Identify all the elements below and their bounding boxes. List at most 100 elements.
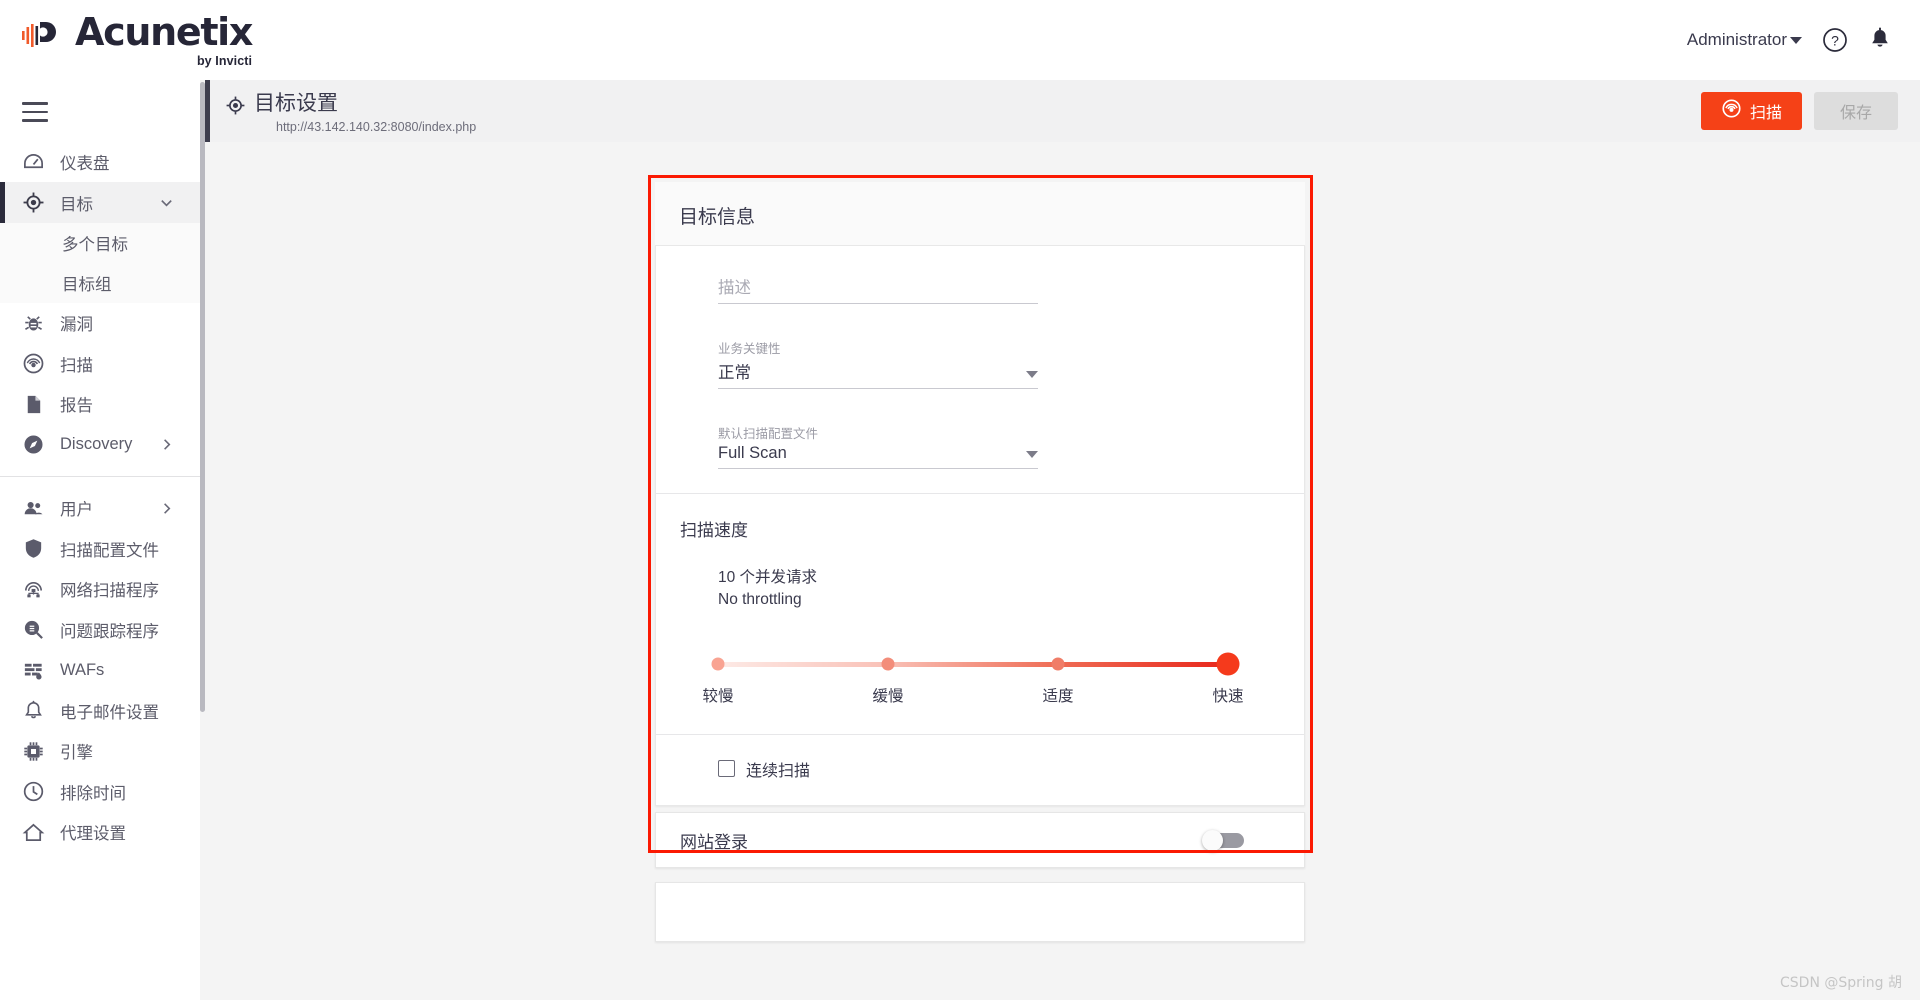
sidebar-item-dashboard[interactable]: 仪表盘 — [0, 142, 200, 183]
slider-tick-dot-0[interactable] — [711, 657, 725, 671]
description-placeholder: 描述 — [718, 279, 751, 297]
sidebar-item-label: 报告 — [60, 397, 93, 416]
sidebar-item-label: 代理设置 — [60, 825, 126, 844]
sidebar-item-network-scanner[interactable]: 网络扫描程序 — [0, 569, 200, 610]
chevron-down-icon — [1026, 451, 1038, 458]
sidebar-item-label: WAFs — [60, 660, 105, 679]
brand-logo[interactable]: Acunetix by Invicti — [22, 9, 253, 68]
default-scan-profile-field[interactable]: 默认扫描配置文件 Full Scan — [718, 423, 1038, 469]
sidebar-item-label: 引擎 — [60, 744, 93, 763]
chevron-right-icon — [159, 437, 174, 452]
network-scanner-icon — [22, 578, 52, 601]
slider-tick-label-3: 快速 — [1212, 687, 1244, 705]
sidebar-item-label: 目标 — [60, 195, 93, 214]
sidebar-item-engines[interactable]: 引擎 — [0, 731, 200, 772]
slider-tick-label-0: 较慢 — [702, 687, 734, 705]
default-scan-profile-value: Full Scan — [718, 444, 787, 462]
svg-text:?: ? — [1831, 33, 1839, 49]
page-header-actions: 扫描 保存 — [1700, 92, 1898, 130]
target-icon — [225, 95, 246, 121]
scan-speed-slider[interactable]: 较慢 缓慢 适度 快速 — [702, 652, 1244, 710]
sidebar-item-proxy-settings[interactable]: 代理设置 — [0, 812, 200, 853]
website-login-card: 网站登录 — [655, 812, 1305, 868]
waf-icon — [22, 659, 52, 682]
sidebar-item-label: 扫描配置文件 — [60, 541, 159, 560]
target-icon — [22, 191, 52, 214]
top-bar-actions: Administrator ? — [1687, 27, 1892, 53]
user-menu[interactable]: Administrator — [1687, 30, 1802, 50]
engine-icon — [22, 740, 52, 763]
slider-rail[interactable] — [718, 661, 1228, 667]
sidebar-item-multiple-targets[interactable]: 多个目标 — [0, 222, 200, 263]
website-login-toggle[interactable] — [1202, 830, 1244, 851]
continuous-scan-label: 连续扫描 — [746, 762, 811, 780]
sidebar-item-excluded-hours[interactable]: 排除时间 — [0, 771, 200, 812]
acunetix-logo-icon — [22, 19, 68, 61]
page-header-title-block: 目标设置 http://43.142.140.32:8080/index.php — [225, 88, 476, 134]
user-menu-label: Administrator — [1686, 30, 1787, 49]
scan-speed-info: 10 个并发请求 No throttling — [718, 567, 1304, 612]
slider-tick-dot-1[interactable] — [881, 657, 895, 671]
main-content: 目标信息 描述 业务关键性 正常 默认扫描配置文件 Full Scan 扫描速度… — [205, 142, 1920, 1000]
hamburger-icon[interactable] — [0, 80, 200, 142]
scan-button[interactable]: 扫描 — [1700, 92, 1802, 130]
continuous-scan-checkbox[interactable] — [718, 760, 735, 778]
sidebar-item-issue-trackers[interactable]: 问题跟踪程序 — [0, 609, 200, 650]
page-subtitle-url: http://43.142.140.32:8080/index.php — [276, 120, 477, 135]
scan-speed-section: 扫描速度 10 个并发请求 No throttling 较慢 缓慢 适度 快速 — [656, 494, 1304, 734]
sidebar-item-reports[interactable]: 报告 — [0, 384, 200, 425]
target-info-inner-card: 描述 业务关键性 正常 默认扫描配置文件 Full Scan 扫描速度 10 个… — [655, 245, 1305, 806]
shield-icon — [22, 537, 52, 560]
sidebar-item-discovery[interactable]: Discovery — [0, 424, 200, 465]
sidebar-item-vulnerabilities[interactable]: 漏洞 — [0, 303, 200, 344]
description-input-line[interactable]: 描述 — [718, 274, 1038, 304]
throttling-text: No throttling — [718, 591, 802, 609]
sidebar-item-wafs[interactable]: WAFs — [0, 650, 200, 691]
business-criticality-field[interactable]: 业务关键性 正常 — [718, 338, 1038, 389]
slider-tick-label-2: 适度 — [1042, 687, 1074, 705]
business-criticality-select[interactable]: 正常 — [718, 359, 1038, 389]
proxy-icon — [22, 821, 52, 844]
sidebar-item-label: 排除时间 — [60, 784, 126, 803]
sidebar-divider — [0, 475, 200, 477]
sidebar: 仪表盘 目标 多个目标 目标组 漏洞 扫描 报告 Discovery 用户 扫描… — [0, 80, 200, 1000]
page-title: 目标设置 — [254, 91, 338, 115]
sidebar-item-email-settings[interactable]: 电子邮件设置 — [0, 690, 200, 731]
sidebar-item-targets[interactable]: 目标 — [0, 182, 200, 223]
save-button[interactable]: 保存 — [1813, 92, 1898, 130]
business-criticality-value: 正常 — [718, 364, 751, 382]
scan-icon — [1721, 98, 1742, 124]
sidebar-subgroup-targets: 多个目标 目标组 — [0, 222, 200, 303]
target-info-card: 目标信息 描述 业务关键性 正常 默认扫描配置文件 Full Scan 扫描速度… — [655, 182, 1305, 806]
sidebar-item-label: 电子邮件设置 — [60, 703, 159, 722]
report-icon — [22, 393, 52, 416]
slider-thumb-selected[interactable] — [1216, 652, 1240, 676]
website-login-title: 网站登录 — [680, 832, 748, 852]
users-icon — [22, 497, 52, 520]
notifications-bell-icon[interactable] — [1868, 27, 1892, 53]
description-field[interactable]: 描述 — [718, 274, 1038, 304]
toggle-knob — [1202, 830, 1223, 851]
compass-icon — [22, 433, 52, 456]
sidebar-item-target-groups[interactable]: 目标组 — [0, 262, 200, 303]
clock-icon — [22, 780, 52, 803]
target-info-fields: 描述 业务关键性 正常 默认扫描配置文件 Full Scan — [656, 246, 1304, 493]
slider-tick-dot-2[interactable] — [1051, 657, 1065, 671]
default-scan-profile-select[interactable]: Full Scan — [718, 444, 1038, 469]
continuous-scan-row[interactable]: 连续扫描 — [718, 735, 1304, 805]
dashboard-icon — [22, 151, 52, 174]
sidebar-item-scan-profiles[interactable]: 扫描配置文件 — [0, 528, 200, 569]
sidebar-item-label: 仪表盘 — [60, 155, 110, 174]
sidebar-item-scans[interactable]: 扫描 — [0, 343, 200, 384]
help-icon[interactable]: ? — [1822, 27, 1848, 53]
sidebar-subitem-label: 多个目标 — [62, 235, 128, 254]
target-info-card-title: 目标信息 — [655, 182, 1305, 245]
top-bar: Acunetix by Invicti Administrator ? — [0, 0, 1920, 80]
concurrent-requests-text: 10 个并发请求 — [718, 569, 818, 586]
next-card-partial — [655, 882, 1305, 942]
sidebar-item-users[interactable]: 用户 — [0, 488, 200, 529]
bell-outline-icon — [22, 699, 52, 722]
scan-button-label: 扫描 — [1749, 105, 1782, 122]
scan-icon — [22, 352, 52, 375]
brand-name: Acunetix — [75, 9, 253, 54]
